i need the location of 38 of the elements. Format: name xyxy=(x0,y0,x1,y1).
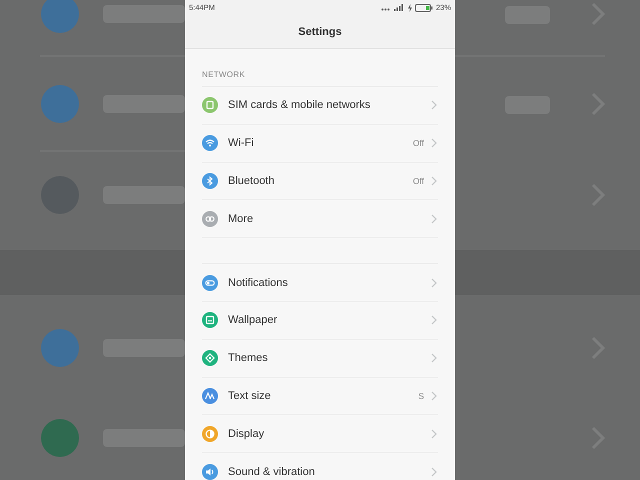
chevron-icon xyxy=(431,100,437,110)
row-label: Text size xyxy=(228,390,272,402)
chevron-icon xyxy=(431,428,437,439)
chevron-icon xyxy=(431,176,437,186)
row-label: Notifications xyxy=(228,276,289,289)
chevron-icon xyxy=(431,214,437,224)
chevron-icon xyxy=(431,315,437,326)
row-label: Wallpaper xyxy=(228,314,278,326)
settings-row[interactable]: Bluetooth Off xyxy=(202,162,438,200)
settings-row[interactable]: Themes xyxy=(202,340,438,378)
row-label: Wi-Fi xyxy=(228,137,255,150)
row-value: Off xyxy=(412,138,424,148)
row-label: More xyxy=(228,212,254,225)
settings-row[interactable]: Display xyxy=(202,415,438,454)
charging-icon xyxy=(408,4,412,12)
settings-row[interactable]: Text size S xyxy=(202,378,438,416)
chevron-icon xyxy=(431,353,437,364)
row-value: Off xyxy=(412,176,424,186)
row-label: Bluetooth xyxy=(228,174,276,187)
chevron-icon xyxy=(431,138,437,148)
settings-row[interactable]: Notifications xyxy=(202,264,438,302)
row-label: Display xyxy=(228,428,266,440)
chevron-icon xyxy=(431,466,437,477)
chevron-icon xyxy=(431,390,437,401)
row-label: Sound & vibration xyxy=(228,466,316,478)
row-value: S xyxy=(418,390,424,401)
signal-icon xyxy=(380,4,405,11)
page-title: Settings xyxy=(298,26,342,38)
chevron-icon xyxy=(431,278,437,288)
section-label: NETWORK xyxy=(202,49,438,87)
row-label: Themes xyxy=(228,352,269,364)
battery-icon xyxy=(414,4,433,12)
settings-row[interactable]: SIM cards & mobile networks xyxy=(202,87,438,125)
settings-row[interactable]: Wallpaper xyxy=(202,302,438,340)
settings-row[interactable]: Sound & vibration xyxy=(202,453,438,480)
settings-row[interactable]: Wi-Fi Off xyxy=(202,124,438,163)
row-label: SIM cards & mobile networks xyxy=(228,99,372,112)
settings-row[interactable]: More xyxy=(202,200,438,238)
